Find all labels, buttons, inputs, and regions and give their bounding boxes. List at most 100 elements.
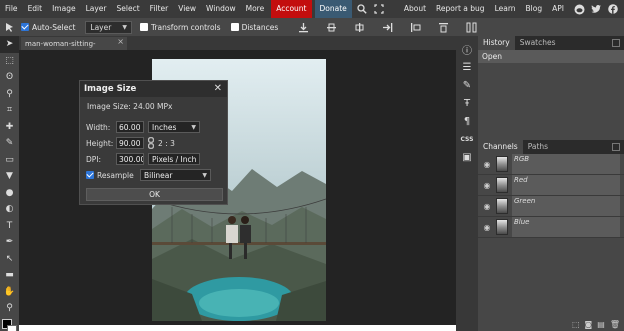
channel-row-blue[interactable]: ◉ Blue	[478, 217, 624, 238]
tab-history[interactable]: History	[478, 36, 515, 50]
resample-checkbox[interactable]	[86, 171, 94, 179]
close-icon[interactable]: ✕	[214, 83, 222, 94]
donate-button[interactable]: Donate	[314, 0, 352, 18]
search-icon[interactable]	[355, 2, 369, 16]
height-input[interactable]: 90.00	[116, 137, 144, 149]
brush-tool[interactable]: ✎	[0, 135, 19, 152]
eye-icon[interactable]: ◉	[480, 181, 494, 190]
close-icon[interactable]: ×	[117, 37, 124, 46]
menu-blog[interactable]: Blog	[521, 0, 548, 18]
menu-file[interactable]: File	[0, 0, 23, 18]
distribute-icon[interactable]	[464, 20, 478, 34]
menu-learn[interactable]: Learn	[490, 0, 521, 18]
shape-tool[interactable]: ▬	[0, 267, 19, 284]
align-top-icon[interactable]	[436, 20, 450, 34]
tab-channels[interactable]: Channels	[478, 140, 523, 154]
properties-icon[interactable]: ☰	[456, 58, 478, 76]
magic-wand-tool[interactable]: ⚲	[0, 86, 19, 103]
ok-button[interactable]: OK	[86, 188, 223, 201]
transform-controls-checkbox[interactable]: Transform controls	[139, 23, 221, 32]
menu-edit[interactable]: Edit	[23, 0, 48, 18]
path-select-tool[interactable]: ↖	[0, 251, 19, 268]
history-item-open[interactable]: Open	[478, 50, 624, 63]
layer-select[interactable]: Layer ▼	[85, 20, 132, 34]
transform-controls-check-icon[interactable]	[139, 23, 148, 31]
dpi-unit-select[interactable]: Pixels / Inch ▼	[148, 153, 200, 165]
chevron-down-icon: ▼	[202, 171, 207, 179]
dpi-row: DPI: 300.000 Pixels / Inch ▼	[86, 153, 200, 165]
twitter-icon[interactable]	[589, 2, 603, 16]
menu-view[interactable]: View	[173, 0, 201, 18]
character-icon[interactable]: Ŧ	[456, 94, 478, 112]
menu-select[interactable]: Select	[112, 0, 145, 18]
image-icon[interactable]: ▣	[456, 148, 478, 166]
channel-row-green[interactable]: ◉ Green	[478, 196, 624, 217]
background-color-swatch[interactable]	[7, 325, 17, 331]
account-button[interactable]: Account	[271, 0, 312, 18]
blur-tool[interactable]: ●	[0, 185, 19, 202]
dodge-tool[interactable]: ◐	[0, 201, 19, 218]
menu-window[interactable]: Window	[201, 0, 241, 18]
chevron-down-icon: ▼	[199, 156, 200, 163]
align-bottom-icon[interactable]	[296, 20, 310, 34]
menu-about[interactable]: About	[399, 0, 431, 18]
reddit-icon[interactable]	[572, 2, 586, 16]
auto-select-checkbox[interactable]: Auto-Select	[21, 23, 75, 32]
width-input[interactable]: 60.00	[116, 121, 144, 133]
eye-icon[interactable]: ◉	[480, 202, 494, 211]
menu-more[interactable]: More	[241, 0, 270, 18]
menu-api[interactable]: API	[547, 0, 569, 18]
tab-paths[interactable]: Paths	[523, 140, 553, 154]
facebook-icon[interactable]	[606, 2, 620, 16]
distances-check-icon[interactable]	[230, 23, 239, 31]
distances-checkbox[interactable]: Distances	[230, 23, 278, 32]
dialog-header: Image Size ✕	[80, 81, 227, 97]
marquee-icon: ⬚	[5, 55, 14, 66]
fill-tool[interactable]: ▼	[0, 168, 19, 185]
healing-tool[interactable]: ✚	[0, 119, 19, 136]
menu-image[interactable]: Image	[47, 0, 81, 18]
panel-menu-icon[interactable]	[612, 143, 620, 151]
fullscreen-icon[interactable]	[372, 2, 386, 16]
width-unit-value: Inches	[152, 122, 177, 132]
move-tool[interactable]: ➤	[0, 36, 19, 53]
menu-filter[interactable]: Filter	[145, 0, 174, 18]
link-icon[interactable]	[148, 137, 154, 149]
crop-tool[interactable]: ⌗	[0, 102, 19, 119]
panel-menu-icon[interactable]	[612, 39, 620, 47]
dpi-input[interactable]: 300.000	[116, 153, 144, 165]
lasso-tool[interactable]: ʘ	[0, 69, 19, 86]
pen-tool[interactable]: ✒	[0, 234, 19, 251]
eye-icon[interactable]: ◉	[480, 160, 494, 169]
zoom-tool[interactable]: ⚲	[0, 300, 19, 317]
document-tab[interactable]: man-woman-sitting- ×	[21, 37, 127, 50]
channel-thumbnail	[496, 156, 508, 172]
width-unit-select[interactable]: Inches ▼	[148, 121, 200, 133]
align-right-icon[interactable]	[380, 20, 394, 34]
brush-settings-icon[interactable]: ✎	[456, 76, 478, 94]
align-center-icon[interactable]	[324, 20, 338, 34]
hand-tool[interactable]: ✋	[0, 284, 19, 301]
mask-icon[interactable]: ◙	[585, 320, 593, 329]
trash-icon[interactable]: 🗑	[610, 320, 620, 329]
tab-swatches[interactable]: Swatches	[515, 36, 561, 50]
eye-icon[interactable]: ◉	[480, 223, 494, 232]
menu-layer[interactable]: Layer	[81, 0, 112, 18]
marquee-tool[interactable]: ⬚	[0, 53, 19, 70]
css-icon[interactable]: CSS	[456, 130, 478, 148]
align-middle-icon[interactable]	[352, 20, 366, 34]
new-channel-icon[interactable]: ▤	[597, 320, 605, 329]
menu-right-group: About Report a bug Learn Blog API	[399, 0, 620, 18]
auto-select-check-icon[interactable]	[21, 23, 29, 31]
align-left-icon[interactable]	[408, 20, 422, 34]
paragraph-icon[interactable]: ¶	[456, 112, 478, 130]
resample-method-select[interactable]: Bilinear ▼	[140, 169, 211, 181]
eraser-tool[interactable]: ▭	[0, 152, 19, 169]
channel-row-red[interactable]: ◉ Red	[478, 175, 624, 196]
info-icon[interactable]: ⓘ	[456, 40, 478, 58]
type-tool[interactable]: T	[0, 218, 19, 235]
selection-icon[interactable]: ⬚	[572, 320, 580, 329]
channel-name: Green	[514, 197, 536, 205]
channel-row-rgb[interactable]: ◉ RGB	[478, 154, 624, 175]
menu-report-bug[interactable]: Report a bug	[431, 0, 490, 18]
